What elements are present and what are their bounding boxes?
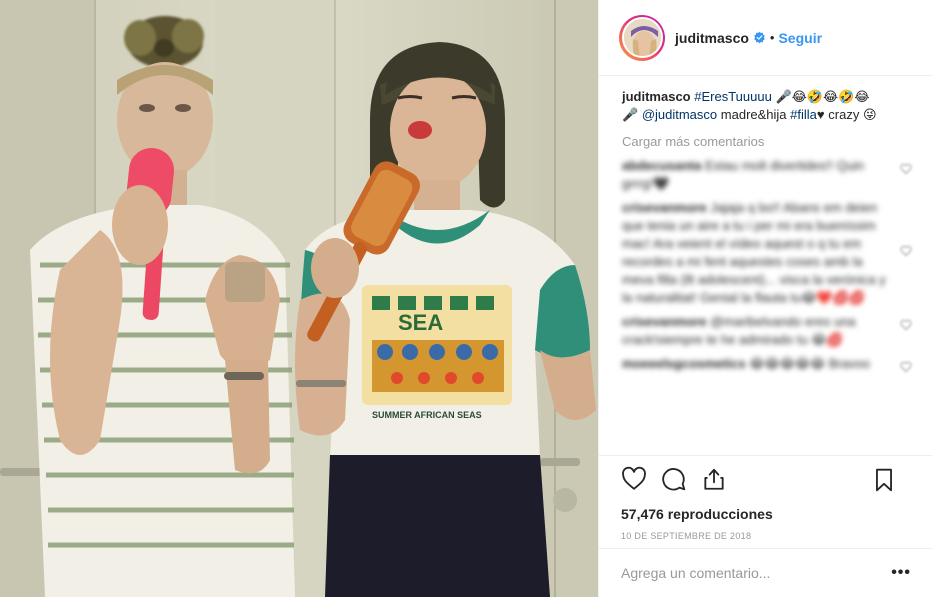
header-separator: • [769, 30, 775, 45]
bookmark-icon[interactable] [871, 467, 897, 493]
caption-tail: crazy [828, 107, 860, 122]
shirt-print-caption: SUMMER AFRICAN SEAS [372, 410, 482, 420]
video-frame-illustration: SEA SUMMER AFRICAN SEAS [0, 0, 598, 597]
comment-username[interactable]: moeeelsgcosmetics [622, 356, 746, 371]
caption-hashtag-filla[interactable]: #filla [790, 107, 817, 122]
comment-like-heart-icon[interactable] [900, 163, 912, 175]
comment-like-heart-icon[interactable] [900, 319, 912, 331]
comment-username[interactable]: abdecusanta [622, 158, 701, 173]
comment-bubble-icon[interactable] [661, 466, 687, 492]
caption-emojis: 🎤😂🤣😂🤣😂 [775, 89, 870, 104]
comment-text: 😂😂😂😂😂 Bravoo [749, 356, 870, 371]
caption-heart: ♥ [816, 107, 825, 122]
action-bar [599, 456, 932, 502]
caption-username[interactable]: juditmasco [622, 89, 691, 104]
comment-like-heart-icon[interactable] [900, 361, 912, 373]
caption-mention[interactable]: @juditmasco [642, 107, 717, 122]
comment-input[interactable] [621, 565, 892, 581]
verified-badge-icon [754, 31, 765, 44]
view-count[interactable]: 57,476 reproducciones [599, 506, 932, 522]
avatar-image [621, 17, 663, 58]
more-options-button[interactable]: ••• [891, 564, 911, 582]
post-sidebar: juditmasco • Seguir juditmasco #EresTuuu… [598, 0, 932, 597]
comment-item: abdecusanta Estau molt divertides!! Quin… [622, 157, 912, 193]
caption-hashtag-erestuuuuu[interactable]: #EresTuuuuu [694, 89, 772, 104]
header-username[interactable]: juditmasco [675, 30, 749, 46]
comment-username[interactable]: crisevanmore [622, 314, 707, 329]
post-date[interactable]: 10 DE SEPTIEMBRE DE 2018 [599, 531, 932, 541]
comment-item: crisevanmore @maribelvando eres una crac… [622, 313, 912, 349]
add-comment-bar: ••• [599, 548, 932, 597]
caption-mic-emoji: 🎤 [622, 107, 639, 122]
comment-list: abdecusanta Estau molt divertides!! Quin… [622, 157, 912, 373]
post-header: juditmasco • Seguir [599, 0, 932, 76]
follow-button[interactable]: Seguir [778, 30, 822, 46]
caption-end-emoji: 😜 [862, 107, 877, 122]
comments-section: juditmasco #EresTuuuuu 🎤😂🤣😂🤣😂 🎤 @juditma… [622, 88, 912, 379]
load-more-comments-button[interactable]: Cargar más comentarios [622, 133, 912, 151]
avatar[interactable] [619, 14, 665, 61]
post-actions: 57,476 reproducciones 10 DE SEPTIEMBRE D… [599, 455, 932, 541]
comment-item: moeeelsgcosmetics 😂😂😂😂😂 Bravoo [622, 355, 912, 373]
post-video[interactable]: SEA SUMMER AFRICAN SEAS [0, 0, 598, 597]
shirt-print-title: SEA [398, 310, 443, 335]
comment-username[interactable]: crisevanmore [622, 200, 707, 215]
comment-like-heart-icon[interactable] [900, 245, 912, 257]
comment-text: Jajaja q bo!! Abans em deien que tenia u… [622, 200, 886, 305]
post-caption: juditmasco #EresTuuuuu 🎤😂🤣😂🤣😂 🎤 @juditma… [622, 88, 912, 124]
comment-item: crisevanmore Jajaja q bo!! Abans em deie… [622, 199, 912, 307]
share-icon[interactable] [701, 466, 727, 492]
heart-icon[interactable] [621, 466, 647, 492]
caption-text: madre&hija [720, 107, 787, 122]
